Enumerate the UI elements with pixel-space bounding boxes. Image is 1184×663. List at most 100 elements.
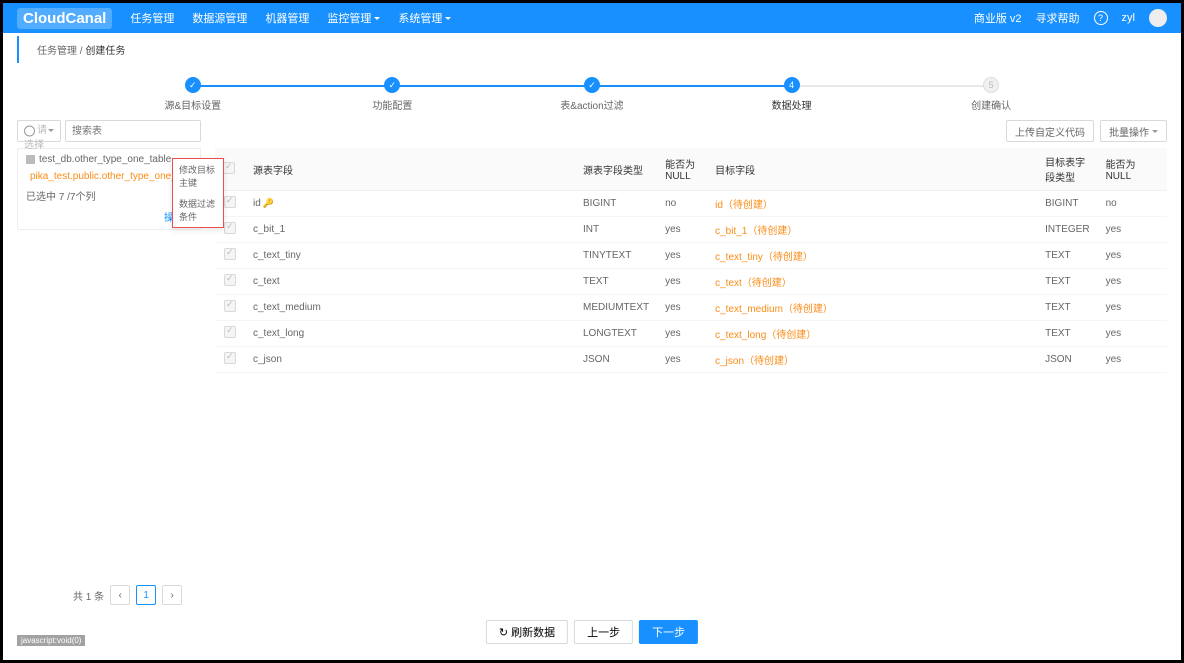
dropdown-filter-condition[interactable]: 数据过滤条件 <box>173 193 223 227</box>
cell-src-null: no <box>657 191 707 217</box>
col-tgt-type: 目标表字段类型 <box>1037 148 1097 191</box>
table-row: id🔑 BIGINT no id（待创建） BIGINT no <box>215 191 1167 217</box>
breadcrumb-current: 创建任务 <box>85 46 125 57</box>
step-5-label: 创建确认 <box>891 97 1091 112</box>
col-src-type: 源表字段类型 <box>575 148 657 191</box>
row-checkbox[interactable] <box>224 274 236 286</box>
nav-task[interactable]: 任务管理 <box>130 10 174 26</box>
col-src-null: 能否为NULL <box>657 148 707 191</box>
step-2-label: 功能配置 <box>293 97 493 112</box>
filter-select[interactable]: 请选择 <box>17 120 61 142</box>
page-prev[interactable]: ‹ <box>110 585 130 605</box>
row-checkbox[interactable] <box>224 326 236 338</box>
cell-tgt-null: yes <box>1098 295 1167 321</box>
next-step-button[interactable]: 下一步 <box>639 620 698 644</box>
col-tgt-null: 能否为NULL <box>1098 148 1167 191</box>
batch-ops-button[interactable]: 批量操作 <box>1100 120 1167 142</box>
step-1-dot <box>185 77 201 93</box>
cell-tgt-null: yes <box>1098 321 1167 347</box>
page-total: 共 1 条 <box>73 588 104 603</box>
refresh-button[interactable]: ↻刷新数据 <box>486 620 568 644</box>
cell-tgt-type: TEXT <box>1037 321 1097 347</box>
chevron-down-icon <box>374 17 380 23</box>
cell-tgt-field: id（待创建） <box>707 191 1037 217</box>
search-input[interactable] <box>65 120 201 142</box>
cell-tgt-type: JSON <box>1037 347 1097 373</box>
page-1[interactable]: 1 <box>136 585 156 605</box>
chevron-down-icon <box>445 17 451 23</box>
cell-tgt-field: c_text_long（待创建） <box>707 321 1037 347</box>
avatar[interactable] <box>1149 9 1167 27</box>
cell-src-field: c_text_tiny <box>245 243 575 269</box>
cell-src-null: yes <box>657 217 707 243</box>
version-label: 商业版 v2 <box>974 10 1022 26</box>
row-checkbox[interactable] <box>224 300 236 312</box>
cell-src-null: yes <box>657 243 707 269</box>
cell-tgt-type: TEXT <box>1037 269 1097 295</box>
col-src-field: 源表字段 <box>245 148 575 191</box>
cell-src-type: BIGINT <box>575 191 657 217</box>
logo: CloudCanal <box>17 8 112 29</box>
database-icon <box>26 155 35 164</box>
cell-src-type: LONGTEXT <box>575 321 657 347</box>
cell-tgt-null: no <box>1098 191 1167 217</box>
breadcrumb: 任务管理 / 创建任务 <box>17 36 1181 63</box>
cell-src-field: c_text_medium <box>245 295 575 321</box>
nav-system[interactable]: 系统管理 <box>398 10 451 26</box>
cell-src-type: JSON <box>575 347 657 373</box>
cell-tgt-type: TEXT <box>1037 295 1097 321</box>
help-icon[interactable]: ? <box>1094 11 1108 25</box>
table-row: c_text_tiny TINYTEXT yes c_text_tiny（待创建… <box>215 243 1167 269</box>
cell-tgt-null: yes <box>1098 243 1167 269</box>
row-checkbox[interactable] <box>224 196 236 208</box>
page-next[interactable]: › <box>162 585 182 605</box>
table-row: c_text_medium MEDIUMTEXT yes c_text_medi… <box>215 295 1167 321</box>
table-row: c_bit_1 INT yes c_bit_1（待创建） INTEGER yes <box>215 217 1167 243</box>
cell-tgt-field: c_json（待创建） <box>707 347 1037 373</box>
table-row: c_text TEXT yes c_text（待创建） TEXT yes <box>215 269 1167 295</box>
step-3-label: 表&action过滤 <box>492 97 692 112</box>
prev-step-button[interactable]: 上一步 <box>574 620 633 644</box>
cell-tgt-type: BIGINT <box>1037 191 1097 217</box>
step-1-label: 源&目标设置 <box>93 97 293 112</box>
cell-src-field: c_bit_1 <box>245 217 575 243</box>
cell-tgt-null: yes <box>1098 217 1167 243</box>
cell-src-null: yes <box>657 295 707 321</box>
user-name[interactable]: zyl <box>1122 12 1135 24</box>
row-checkbox[interactable] <box>224 248 236 260</box>
cell-src-null: yes <box>657 347 707 373</box>
help-link[interactable]: 寻求帮助 <box>1036 10 1080 26</box>
nav-datasource[interactable]: 数据源管理 <box>192 10 247 26</box>
cell-tgt-field: c_text_tiny（待创建） <box>707 243 1037 269</box>
cell-tgt-field: c_bit_1（待创建） <box>707 217 1037 243</box>
cell-tgt-null: yes <box>1098 347 1167 373</box>
cell-src-field: id🔑 <box>245 191 575 217</box>
upload-code-button[interactable]: 上传自定义代码 <box>1006 120 1094 142</box>
step-4-dot: 4 <box>784 77 800 93</box>
step-2-dot <box>384 77 400 93</box>
dropdown-modify-pk[interactable]: 修改目标主键 <box>173 159 223 193</box>
col-tgt-field: 目标字段 <box>707 148 1037 191</box>
row-checkbox[interactable] <box>224 222 236 234</box>
breadcrumb-parent[interactable]: 任务管理 <box>37 46 77 57</box>
row-checkbox[interactable] <box>224 352 236 364</box>
ops-dropdown: 修改目标主键 数据过滤条件 <box>172 158 224 228</box>
table-row: c_json JSON yes c_json（待创建） JSON yes <box>215 347 1167 373</box>
cell-src-null: yes <box>657 321 707 347</box>
nav-machine[interactable]: 机器管理 <box>265 10 309 26</box>
key-icon: 🔑 <box>263 198 274 208</box>
refresh-icon: ↻ <box>499 626 508 639</box>
cell-tgt-type: TEXT <box>1037 243 1097 269</box>
cell-tgt-field: c_text_medium（待创建） <box>707 295 1037 321</box>
cell-src-type: INT <box>575 217 657 243</box>
cell-tgt-type: INTEGER <box>1037 217 1097 243</box>
step-4-label: 数据处理 <box>692 97 892 112</box>
nav-monitor[interactable]: 监控管理 <box>327 10 380 26</box>
select-all-checkbox[interactable] <box>223 162 235 174</box>
cell-src-field: c_json <box>245 347 575 373</box>
cell-src-type: TEXT <box>575 269 657 295</box>
step-5-dot: 5 <box>983 77 999 93</box>
table-row: c_text_long LONGTEXT yes c_text_long（待创建… <box>215 321 1167 347</box>
cell-src-field: c_text_long <box>245 321 575 347</box>
cell-tgt-field: c_text（待创建） <box>707 269 1037 295</box>
